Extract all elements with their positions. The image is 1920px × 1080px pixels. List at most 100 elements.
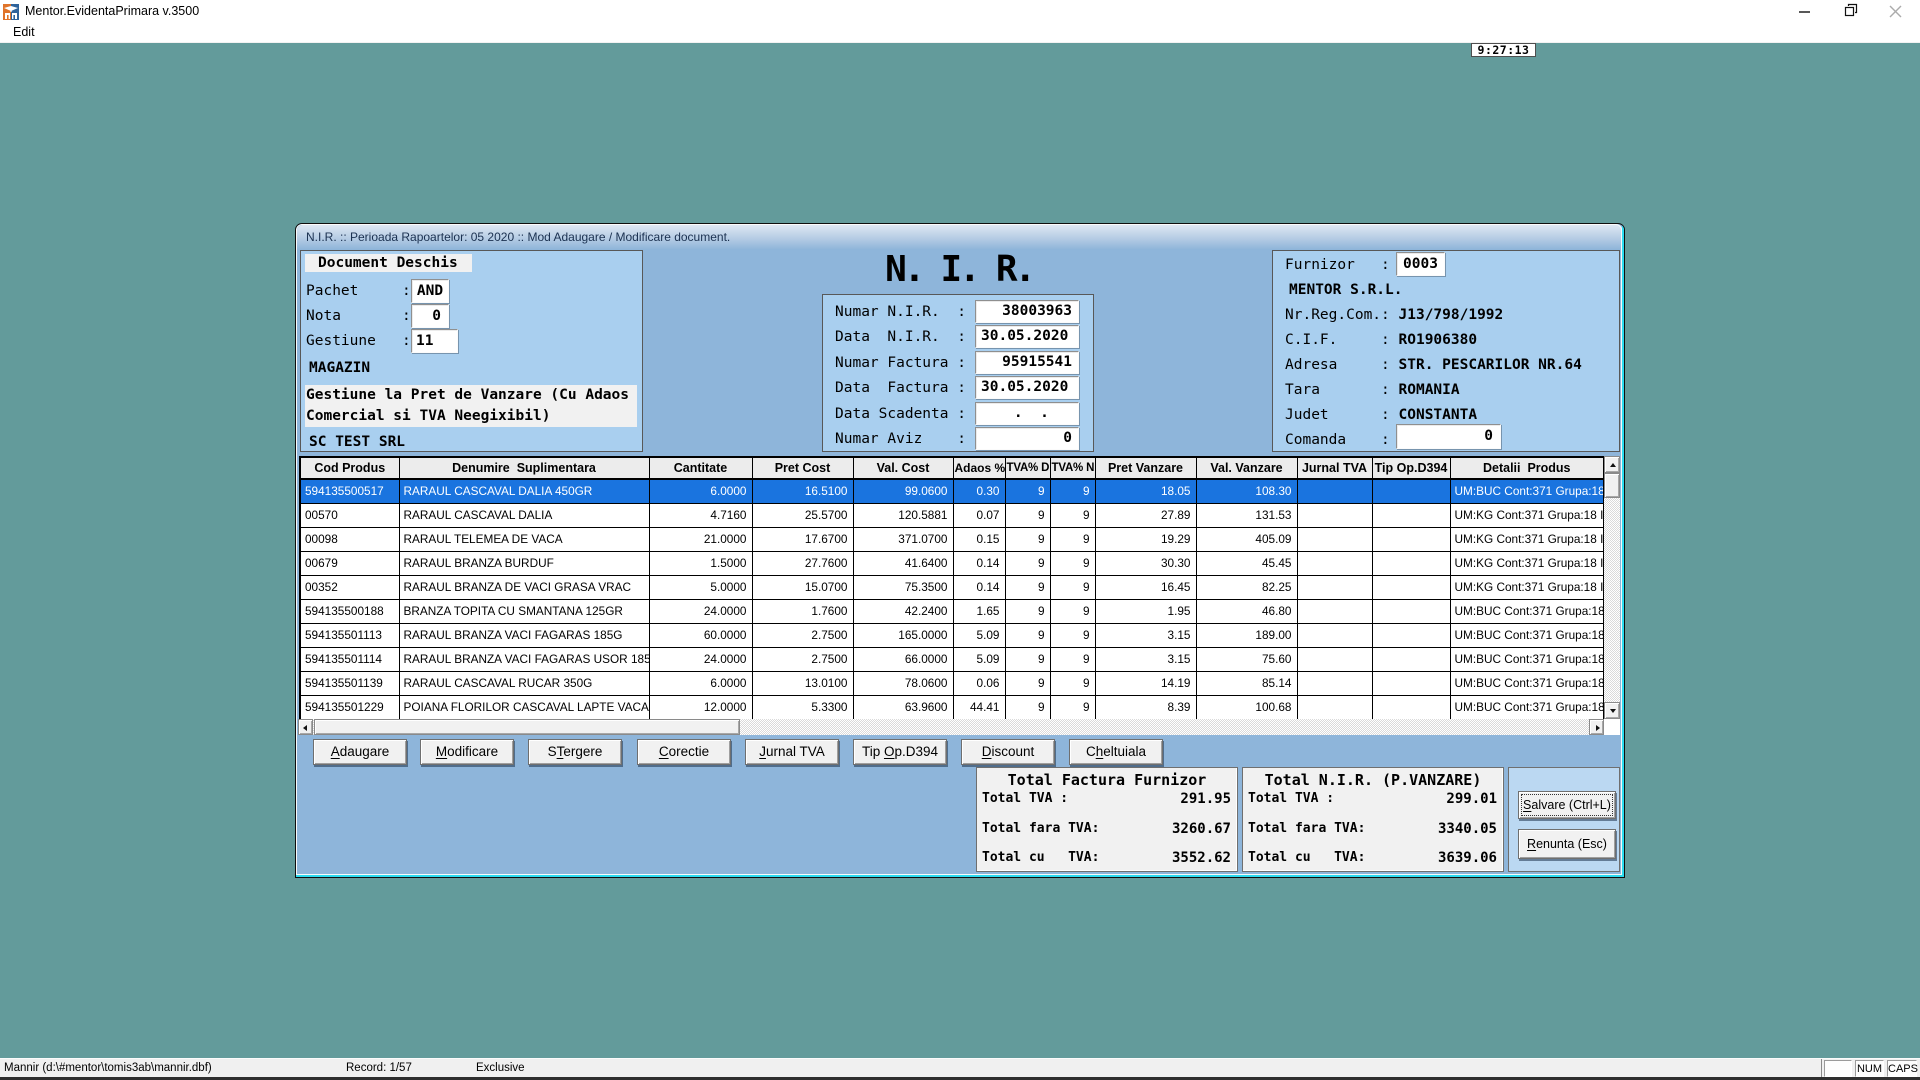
minimize-button[interactable] <box>1789 0 1819 23</box>
menu-item-edit[interactable]: Edit <box>7 23 41 43</box>
table-row[interactable]: 594135501113RARAUL BRANZA VACI FAGARAS 1… <box>300 624 1604 648</box>
table-cell: 00570 <box>300 504 399 528</box>
table-cell <box>1372 528 1450 552</box>
table-row[interactable]: 00352RARAUL BRANZA DE VACI GRASA VRAC5.0… <box>300 576 1604 600</box>
salvare-button[interactable]: Salvare (Ctrl+L) <box>1518 791 1616 819</box>
table-cell: UM:BUC Cont:371 Grupa:18 <box>1450 479 1604 504</box>
judet-label: Judet : <box>1285 407 1390 423</box>
table-cell: RARAUL BRANZA VACI FAGARAS 185G <box>399 624 649 648</box>
table-cell: 99.0600 <box>853 479 953 504</box>
nir-field-row: Numar Aviz :0 <box>823 427 1093 451</box>
hscroll-thumb[interactable] <box>314 719 740 735</box>
cheltuiala-button[interactable]: Cheltuiala <box>1069 739 1163 765</box>
table-cell: 3.15 <box>1095 648 1196 672</box>
table-cell: 9 <box>1050 648 1095 672</box>
jurnal-tva-button[interactable]: Jurnal TVA <box>745 739 839 765</box>
table-cell <box>1297 504 1372 528</box>
vertical-scrollbar[interactable] <box>1604 456 1620 719</box>
vscroll-up-button[interactable] <box>1604 456 1620 473</box>
column-header[interactable]: Jurnal TVA <box>1297 457 1372 479</box>
nir-field-input[interactable]: 0 <box>975 427 1079 450</box>
pachet-input[interactable]: AND <box>411 279 449 303</box>
nir-field-input[interactable]: 95915541 <box>975 351 1079 374</box>
table-cell: 100.68 <box>1196 696 1297 721</box>
table-cell: 9 <box>1050 504 1095 528</box>
table-row[interactable]: 594135500517RARAUL CASCAVAL DALIA 450GR6… <box>300 479 1604 504</box>
column-header[interactable]: Pret Vanzare <box>1095 457 1196 479</box>
total-value: 3340.05 <box>1438 821 1497 837</box>
table-cell: 1.95 <box>1095 600 1196 624</box>
table-cell: 5.3300 <box>752 696 853 721</box>
table-cell: 5.09 <box>953 648 1005 672</box>
table-row[interactable]: 594135500188BRANZA TOPITA CU SMANTANA 12… <box>300 600 1604 624</box>
comanda-input[interactable]: 0 <box>1396 424 1501 449</box>
adaugare-button[interactable]: Adaugare <box>313 739 407 765</box>
table-cell <box>1297 552 1372 576</box>
column-header[interactable]: Cod Produs <box>300 457 399 479</box>
restore-button[interactable] <box>1834 0 1864 23</box>
table-row[interactable]: 00098RARAUL TELEMEA DE VACA21.000017.670… <box>300 528 1604 552</box>
down-arrow-icon <box>1610 709 1616 713</box>
stergere-button[interactable]: STergere <box>528 739 622 765</box>
gestiune-description: Gestiune la Pret de Vanzare (Cu AdaosCom… <box>305 385 637 427</box>
nir-field-label: Numar N.I.R. : <box>835 300 966 324</box>
column-header[interactable]: Adaos % <box>953 457 1005 479</box>
table-cell: 371.0700 <box>853 528 953 552</box>
column-header[interactable]: Val. Vanzare <box>1196 457 1297 479</box>
hscroll-left-button[interactable] <box>298 719 313 735</box>
table-cell <box>1372 600 1450 624</box>
column-header[interactable]: Tip Op.D394 <box>1372 457 1450 479</box>
horizontal-scrollbar[interactable] <box>298 719 1604 735</box>
hscroll-right-button[interactable] <box>1589 719 1604 735</box>
nir-field-input[interactable]: 30.05.2020 <box>975 376 1079 399</box>
up-arrow-icon <box>1610 463 1616 467</box>
comanda-label: Comanda : <box>1285 432 1390 448</box>
total-value: 299.01 <box>1446 791 1497 807</box>
dialog-titlebar[interactable]: N.I.R. :: Perioada Rapoartelor: 05 2020 … <box>297 225 1623 249</box>
nota-input[interactable]: 0 <box>411 304 449 328</box>
nir-field-input[interactable]: . . <box>975 402 1079 425</box>
gestiune-input[interactable]: 11 <box>411 329 458 353</box>
table-cell: 21.0000 <box>649 528 752 552</box>
corectie-button[interactable]: Corectie <box>637 739 731 765</box>
table-cell: 120.5881 <box>853 504 953 528</box>
vscroll-down-button[interactable] <box>1604 702 1620 719</box>
column-header[interactable]: TVA% D <box>1005 457 1050 479</box>
furnizor-input[interactable]: 0003 <box>1396 252 1445 276</box>
column-header[interactable]: Detalii Produs <box>1450 457 1604 479</box>
table-cell: RARAUL CASCAVAL DALIA <box>399 504 649 528</box>
table-cell: 82.25 <box>1196 576 1297 600</box>
tip-op-d394-button[interactable]: Tip Op.D394 <box>853 739 947 765</box>
modificare-button[interactable]: Modificare <box>420 739 514 765</box>
table-row[interactable]: 594135501139RARAUL CASCAVAL RUCAR 350G6.… <box>300 672 1604 696</box>
column-header[interactable]: Pret Cost <box>752 457 853 479</box>
right-arrow-icon <box>1596 725 1600 731</box>
nir-field-input[interactable]: 30.05.2020 <box>975 325 1079 348</box>
table-row[interactable]: 594135501114RARAUL BRANZA VACI FAGARAS U… <box>300 648 1604 672</box>
total-value: 3552.62 <box>1172 850 1231 866</box>
table-cell <box>1297 696 1372 721</box>
table-cell: 9 <box>1005 576 1050 600</box>
table-cell: 1.5000 <box>649 552 752 576</box>
table-cell: UM:BUC Cont:371 Grupa:18 <box>1450 696 1604 721</box>
table-row[interactable]: 594135501229POIANA FLORILOR CASCAVAL LAP… <box>300 696 1604 721</box>
table-row[interactable]: 00679RARAUL BRANZA BURDUF1.500027.760041… <box>300 552 1604 576</box>
table-cell <box>1372 479 1450 504</box>
vscroll-thumb[interactable] <box>1604 473 1620 498</box>
column-header[interactable]: Val. Cost <box>853 457 953 479</box>
nir-field-input[interactable]: 38003963 <box>975 300 1079 323</box>
column-header[interactable]: TVA% N <box>1050 457 1095 479</box>
renunta-button[interactable]: Renunta (Esc) <box>1518 829 1616 859</box>
regcom-label: Nr.Reg.Com.: <box>1285 307 1390 323</box>
nir-field-label: Numar Factura : <box>835 351 966 375</box>
discount-button[interactable]: Discount <box>961 739 1055 765</box>
table-cell: 5.09 <box>953 624 1005 648</box>
column-header[interactable]: Denumire Suplimentara <box>399 457 649 479</box>
nota-label: Nota : <box>306 304 411 328</box>
column-header[interactable]: Cantitate <box>649 457 752 479</box>
table-cell: 16.5100 <box>752 479 853 504</box>
nir-field-row: Numar N.I.R. : 38003963 <box>823 300 1093 324</box>
close-button[interactable] <box>1880 0 1910 23</box>
table-cell: 46.80 <box>1196 600 1297 624</box>
table-row[interactable]: 00570RARAUL CASCAVAL DALIA4.716025.57001… <box>300 504 1604 528</box>
